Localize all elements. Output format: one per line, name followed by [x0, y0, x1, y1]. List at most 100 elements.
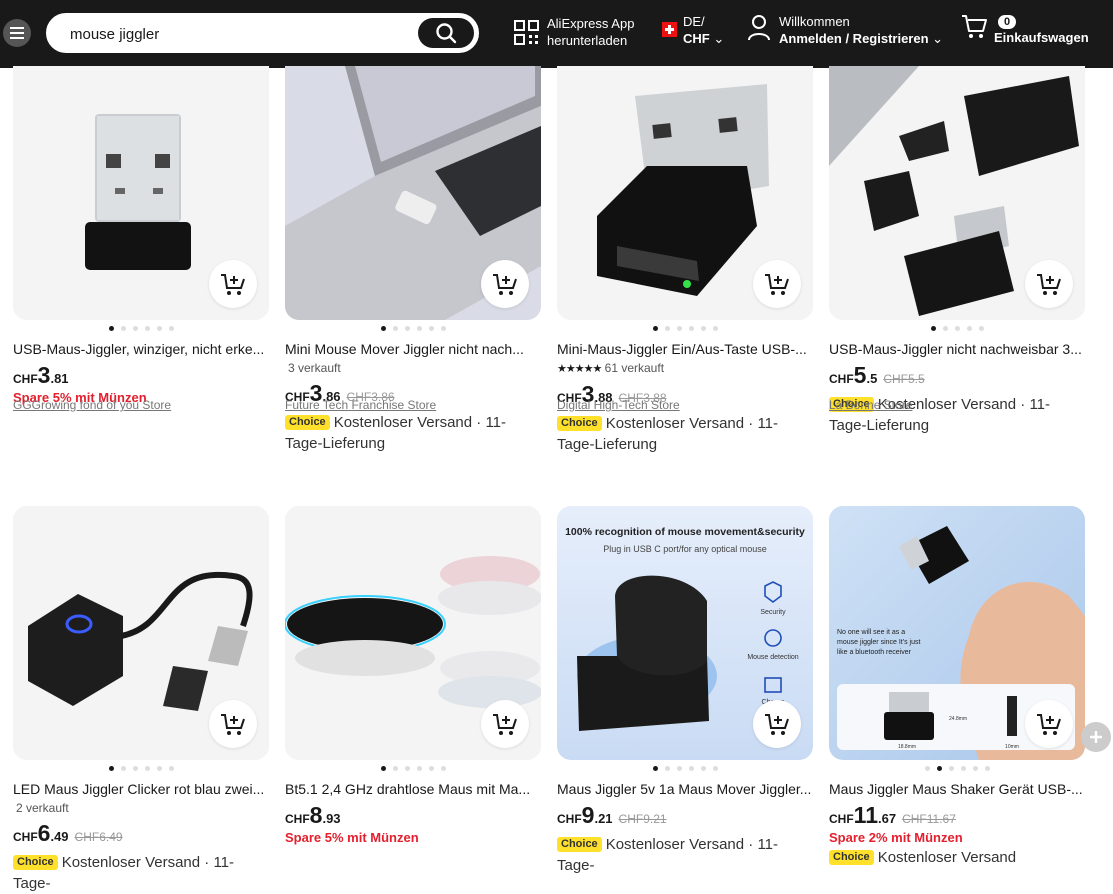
product-title[interactable]: Maus Jiggler 5v 1a Maus Mover Jiggler...	[557, 780, 813, 798]
account-menu[interactable]: Willkommen Anmelden / Registrieren ⌄	[747, 13, 943, 47]
old-price: CHF9.21	[618, 812, 667, 826]
signin-link[interactable]: Anmelden / Registrieren	[779, 31, 929, 46]
image-caption-3: like a bluetooth receiver	[837, 649, 912, 656]
product-title[interactable]: Bt5.1 2,4 GHz drahtlose Maus mit Ma...	[285, 780, 541, 798]
add-to-cart-button[interactable]	[481, 700, 529, 748]
product-image[interactable]	[557, 66, 813, 320]
old-price: CHF5.5	[883, 372, 925, 386]
product-card[interactable]: USB-Maus-Jiggler nicht nachweisbar 3... …	[829, 66, 1085, 436]
rating-and-sold: ★★★★★ 61 verkauft	[557, 360, 813, 377]
welcome-text: Willkommen	[779, 14, 850, 29]
cart-button[interactable]: 0 Einkaufswagen	[960, 12, 1089, 46]
price-integer: 9	[581, 802, 595, 828]
image-label-security: Security	[760, 609, 786, 616]
cart-count-badge: 0	[998, 15, 1017, 29]
image-pager-dots	[557, 326, 813, 332]
product-image[interactable]: No one will see it as a mouse jiggler sin…	[829, 506, 1085, 760]
price-decimal: .5	[866, 371, 878, 386]
add-to-cart-button[interactable]	[1025, 260, 1073, 308]
image-pager-dots	[13, 326, 269, 332]
product-card[interactable]: USB-Maus-Jiggler, winziger, nicht erke..…	[13, 66, 269, 405]
product-image[interactable]	[13, 506, 269, 760]
product-title[interactable]: Mini Mouse Mover Jiggler nicht nach...	[285, 340, 541, 358]
search-bar	[46, 13, 479, 53]
add-to-cart-icon	[1037, 714, 1061, 735]
image-pager-dots	[285, 766, 541, 772]
coin-discount: Spare 2% mit Münzen	[829, 830, 963, 845]
price-integer: 11	[853, 802, 878, 828]
currency-label: CHF	[683, 31, 710, 46]
store-link[interactable]: GGGrowing fond of you Store	[13, 398, 171, 412]
qr-code-icon	[514, 19, 539, 45]
menu-button[interactable]	[3, 19, 31, 47]
cart-label: Einkaufswagen	[994, 30, 1089, 45]
store-link[interactable]: Digital High-Tech Store	[557, 398, 680, 412]
add-to-cart-icon	[765, 274, 789, 295]
product-image[interactable]: 100% recognition of mouse movement&secur…	[557, 506, 813, 760]
store-link[interactable]: La Bonne Store	[829, 398, 912, 412]
price-integer: 8	[309, 802, 323, 828]
product-image[interactable]	[285, 66, 541, 320]
shipping-info: Choice Kostenloser Versand · 11-Tage-Lief…	[285, 412, 541, 454]
product-card[interactable]: LED Maus Jiggler Clicker rot blau zwei..…	[13, 506, 269, 894]
sold-count: 3 verkauft	[288, 361, 341, 375]
sold-count: 2 verkauft	[16, 801, 69, 815]
product-image[interactable]	[829, 66, 1085, 320]
product-title[interactable]: USB-Maus-Jiggler nicht nachweisbar 3...	[829, 340, 1085, 358]
price-currency: CHF	[13, 372, 38, 386]
price-currency: CHF	[829, 812, 854, 826]
store-link[interactable]: Future Tech Franchise Store	[285, 398, 436, 412]
product-image[interactable]	[285, 506, 541, 760]
product-title[interactable]: LED Maus Jiggler Clicker rot blau zwei..…	[13, 780, 269, 798]
image-caption-1: 100% recognition of mouse movement&secur…	[565, 526, 805, 538]
product-card[interactable]: No one will see it as a mouse jiggler sin…	[829, 506, 1085, 868]
menu-icon	[10, 27, 24, 39]
shipping-info: Choice Kostenloser Versand · 11-Tage-Lief…	[557, 413, 813, 455]
app-line-2: herunterladen	[547, 33, 628, 48]
image-label-detection: Mouse detection	[747, 654, 798, 661]
add-to-cart-button[interactable]	[1025, 700, 1073, 748]
floating-plus-button[interactable]	[1081, 722, 1111, 752]
choice-badge: Choice	[13, 855, 58, 870]
product-price: CHF 8.93	[285, 802, 541, 828]
image-pager-dots	[557, 766, 813, 772]
search-input[interactable]	[70, 23, 400, 45]
add-to-cart-button[interactable]	[209, 700, 257, 748]
product-card[interactable]: Bt5.1 2,4 GHz drahtlose Maus mit Ma... C…	[285, 506, 541, 845]
plus-icon	[1090, 731, 1102, 743]
product-card[interactable]: Mini Mouse Mover Jiggler nicht nach... 3…	[285, 66, 541, 454]
product-title[interactable]: Maus Jiggler Maus Shaker Gerät USB-...	[829, 780, 1085, 798]
image-caption-1: No one will see it as a	[837, 629, 905, 636]
add-to-cart-button[interactable]	[481, 260, 529, 308]
shipping-text: Kostenloser Versand	[877, 849, 1017, 866]
product-image[interactable]	[13, 66, 269, 320]
chevron-down-icon: ⌄	[932, 31, 944, 46]
product-card[interactable]: 100% recognition of mouse movement&secur…	[557, 506, 813, 876]
choice-badge: Choice	[829, 850, 874, 865]
price-currency: CHF	[285, 812, 310, 826]
price-integer: 3	[37, 362, 51, 388]
product-title[interactable]: USB-Maus-Jiggler, winziger, nicht erke..…	[13, 340, 269, 358]
price-decimal: .81	[50, 371, 69, 386]
add-to-cart-button[interactable]	[753, 260, 801, 308]
product-card[interactable]: Mini-Maus-Jiggler Ein/Aus-Taste USB-... …	[557, 66, 813, 455]
image-pager-dots	[829, 766, 1085, 772]
image-pager-dots	[13, 766, 269, 772]
price-decimal: .49	[50, 829, 69, 844]
top-header: AliExpress App herunterladen DE/CHF ⌄ Wil…	[0, 0, 1113, 68]
product-title[interactable]: Mini-Maus-Jiggler Ein/Aus-Taste USB-...	[557, 340, 813, 358]
cart-icon	[962, 15, 987, 38]
add-to-cart-icon	[221, 274, 245, 295]
image-caption-2: Plug in USB C port/for any optical mouse	[603, 544, 767, 554]
shipping-info: Choice Kostenloser Versand · 11-Tage-	[557, 834, 813, 876]
search-button[interactable]	[418, 18, 474, 48]
add-to-cart-button[interactable]	[209, 260, 257, 308]
price-decimal: .93	[322, 811, 341, 826]
chevron-down-icon: ⌄	[713, 31, 725, 46]
app-download-link[interactable]: AliExpress App herunterladen	[514, 15, 634, 49]
choice-badge: Choice	[557, 837, 602, 852]
product-price: CHF 9.21 CHF9.21	[557, 802, 813, 828]
language-currency-selector[interactable]: DE/CHF ⌄	[662, 13, 724, 47]
add-to-cart-button[interactable]	[753, 700, 801, 748]
sold-count: 61 verkauft	[604, 361, 665, 375]
